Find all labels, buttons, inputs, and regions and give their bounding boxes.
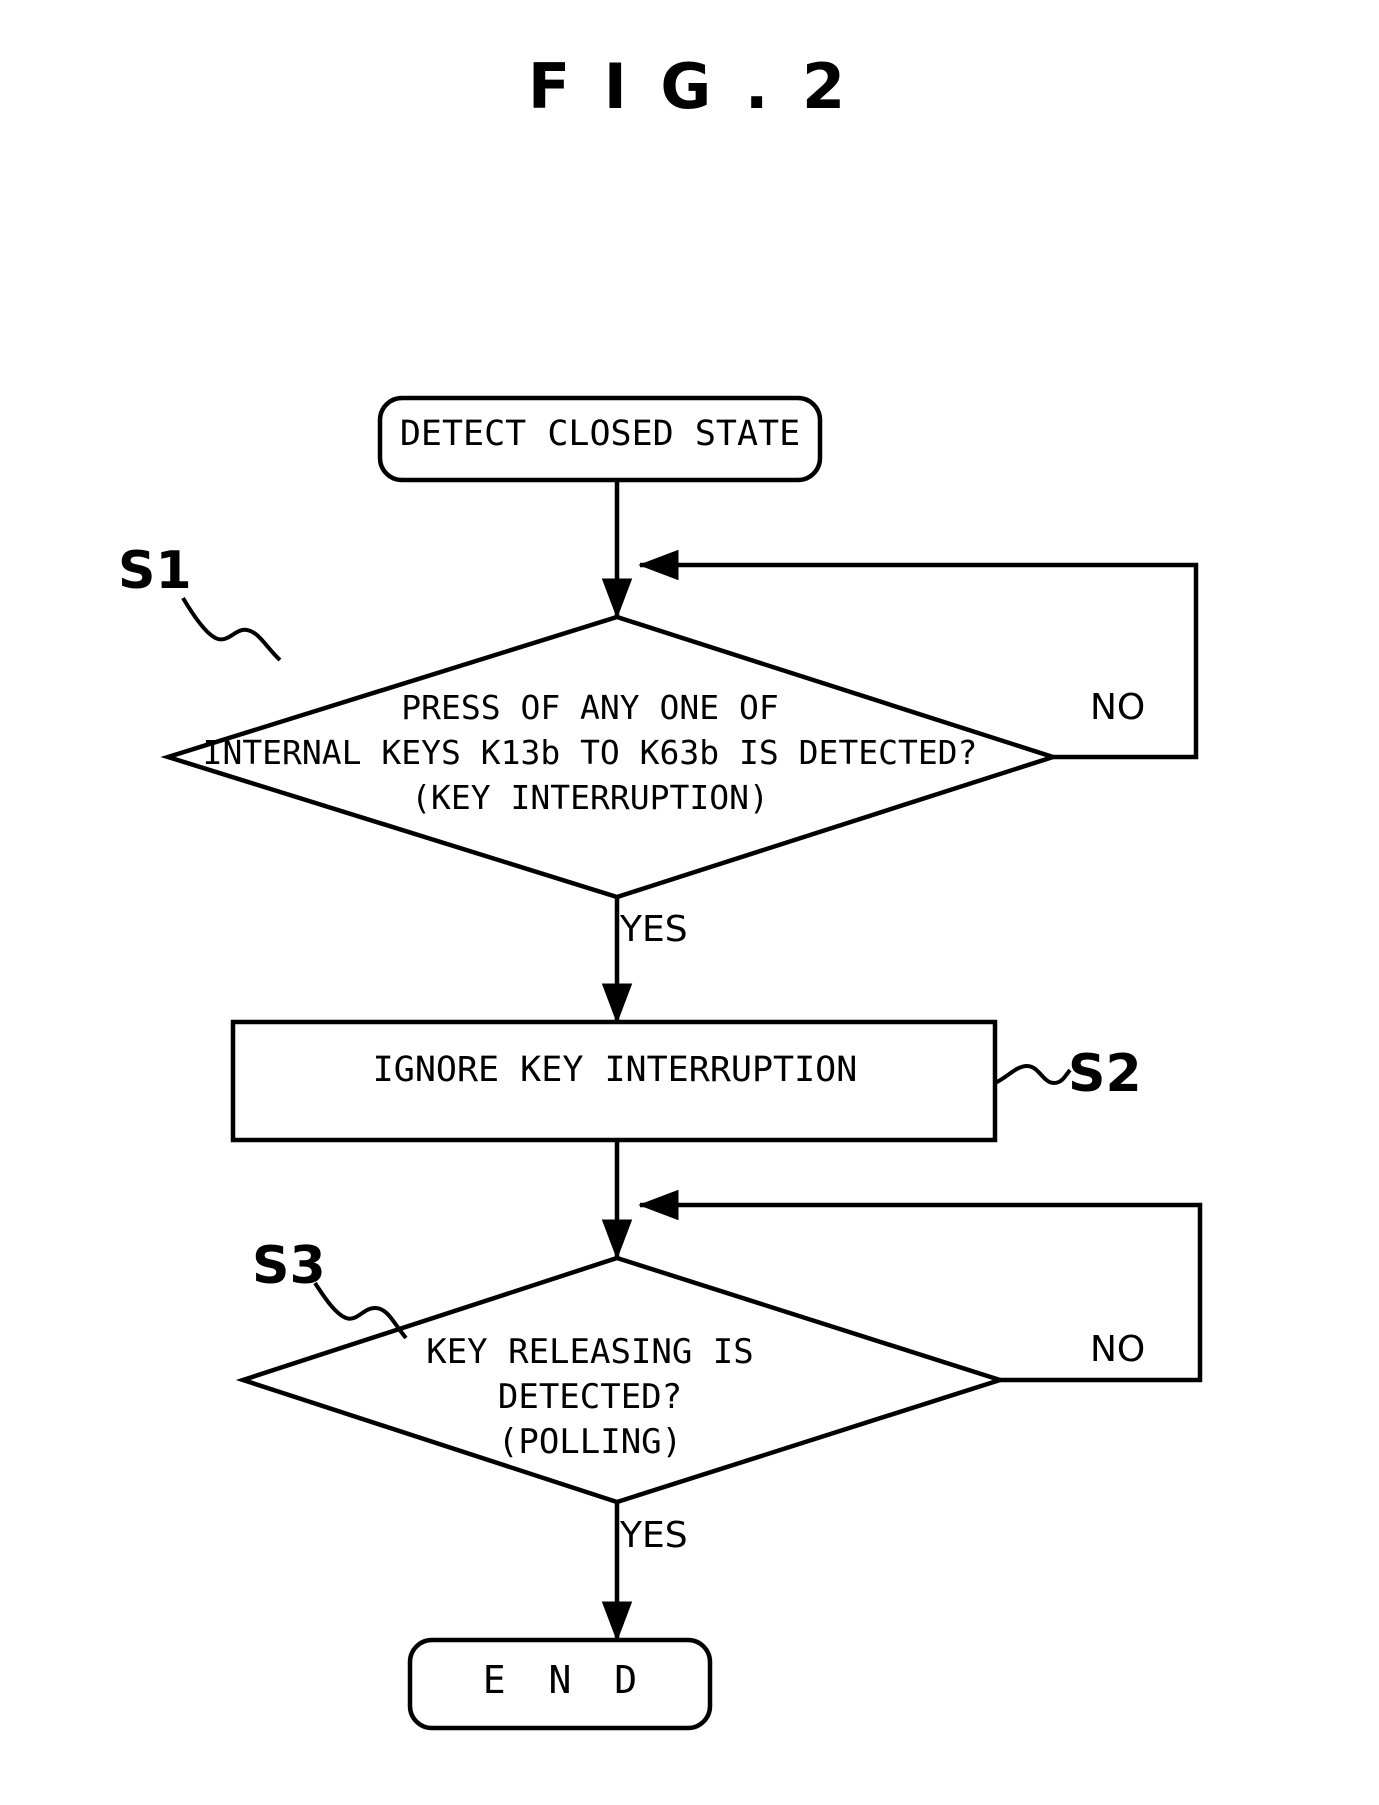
branch-label-decision2-no: NO [1090, 1329, 1146, 1370]
leader-line-s2 [994, 1063, 1072, 1086]
step-reference-s2: S2 [1068, 1044, 1142, 1104]
figure-root: F I G . 2 DETECT CLOSED STATE PRESS OF A… [0, 0, 1379, 1805]
figure-title: F I G . 2 [527, 50, 852, 123]
node-end-label: E N D [482, 1658, 648, 1702]
branch-label-decision2-yes: YES [620, 1515, 688, 1556]
node-start-label: DETECT CLOSED STATE [399, 414, 801, 454]
step-reference-s3: S3 [252, 1236, 326, 1296]
branch-label-decision1-no: NO [1090, 687, 1146, 728]
node-process-label: IGNORE KEY INTERRUPTION [372, 1050, 858, 1090]
branch-label-decision1-yes: YES [620, 909, 688, 950]
step-reference-s1: S1 [118, 541, 192, 601]
node-decision2-label: KEY RELEASING IS DETECTED? (POLLING) [426, 1332, 754, 1462]
flowchart-diagram [160, 395, 1203, 1731]
leader-line-s1 [181, 596, 282, 662]
node-decision1-label: PRESS OF ANY ONE OF INTERNAL KEYS K13b T… [202, 688, 978, 817]
